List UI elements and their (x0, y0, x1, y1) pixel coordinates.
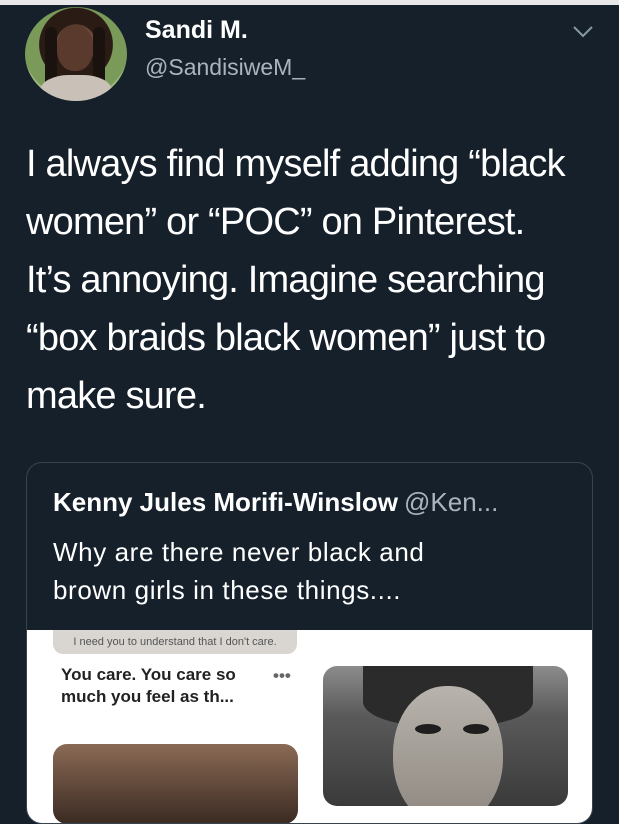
pin-photo[interactable] (53, 744, 298, 823)
top-edge (0, 0, 619, 5)
photo-face (393, 686, 503, 806)
more-options-icon[interactable]: ••• (273, 666, 291, 686)
photo-eye (415, 724, 441, 734)
photo-eye (463, 724, 489, 734)
avatar-face (57, 25, 93, 71)
quoted-line: Why are there never black and (53, 537, 425, 567)
tweet-line: make sure. (26, 375, 207, 417)
user-handle[interactable]: @SandisiweM_ (145, 54, 305, 81)
pin-caption-line: You care. You care so (61, 665, 236, 684)
avatar-shirt (40, 75, 112, 101)
display-name[interactable]: Sandi M. (145, 16, 248, 45)
chevron-down-icon[interactable] (572, 24, 594, 40)
tweet-line: I always find myself adding “black (26, 143, 566, 185)
tweet-line: women” or “POC” on Pinterest. (26, 201, 525, 243)
quoted-tweet-card[interactable]: Kenny Jules Morifi-Winslow @Ken... Why ar… (26, 462, 593, 824)
quoted-tweet-text: Why are there never black and brown girl… (53, 533, 573, 609)
quoted-line: brown girls in these things.... (53, 575, 402, 605)
avatar[interactable] (25, 7, 127, 101)
quoted-author-handle: @Ken... (404, 487, 499, 517)
tweet-line: “box braids black women” just to (26, 317, 546, 359)
tweet-line: It’s annoying. Imagine searching (26, 259, 546, 301)
pin-caption-line: much you feel as th... (61, 687, 234, 706)
quoted-author-name: Kenny Jules Morifi-Winslow (53, 487, 399, 517)
tweet-text: I always find myself adding “black women… (26, 135, 596, 425)
quoted-author[interactable]: Kenny Jules Morifi-Winslow @Ken... (53, 487, 498, 518)
pin-photo[interactable] (323, 666, 568, 806)
pin-image-strip: I need you to understand that I don't ca… (53, 630, 297, 654)
pin-caption: You care. You care so much you feel as t… (61, 664, 261, 708)
